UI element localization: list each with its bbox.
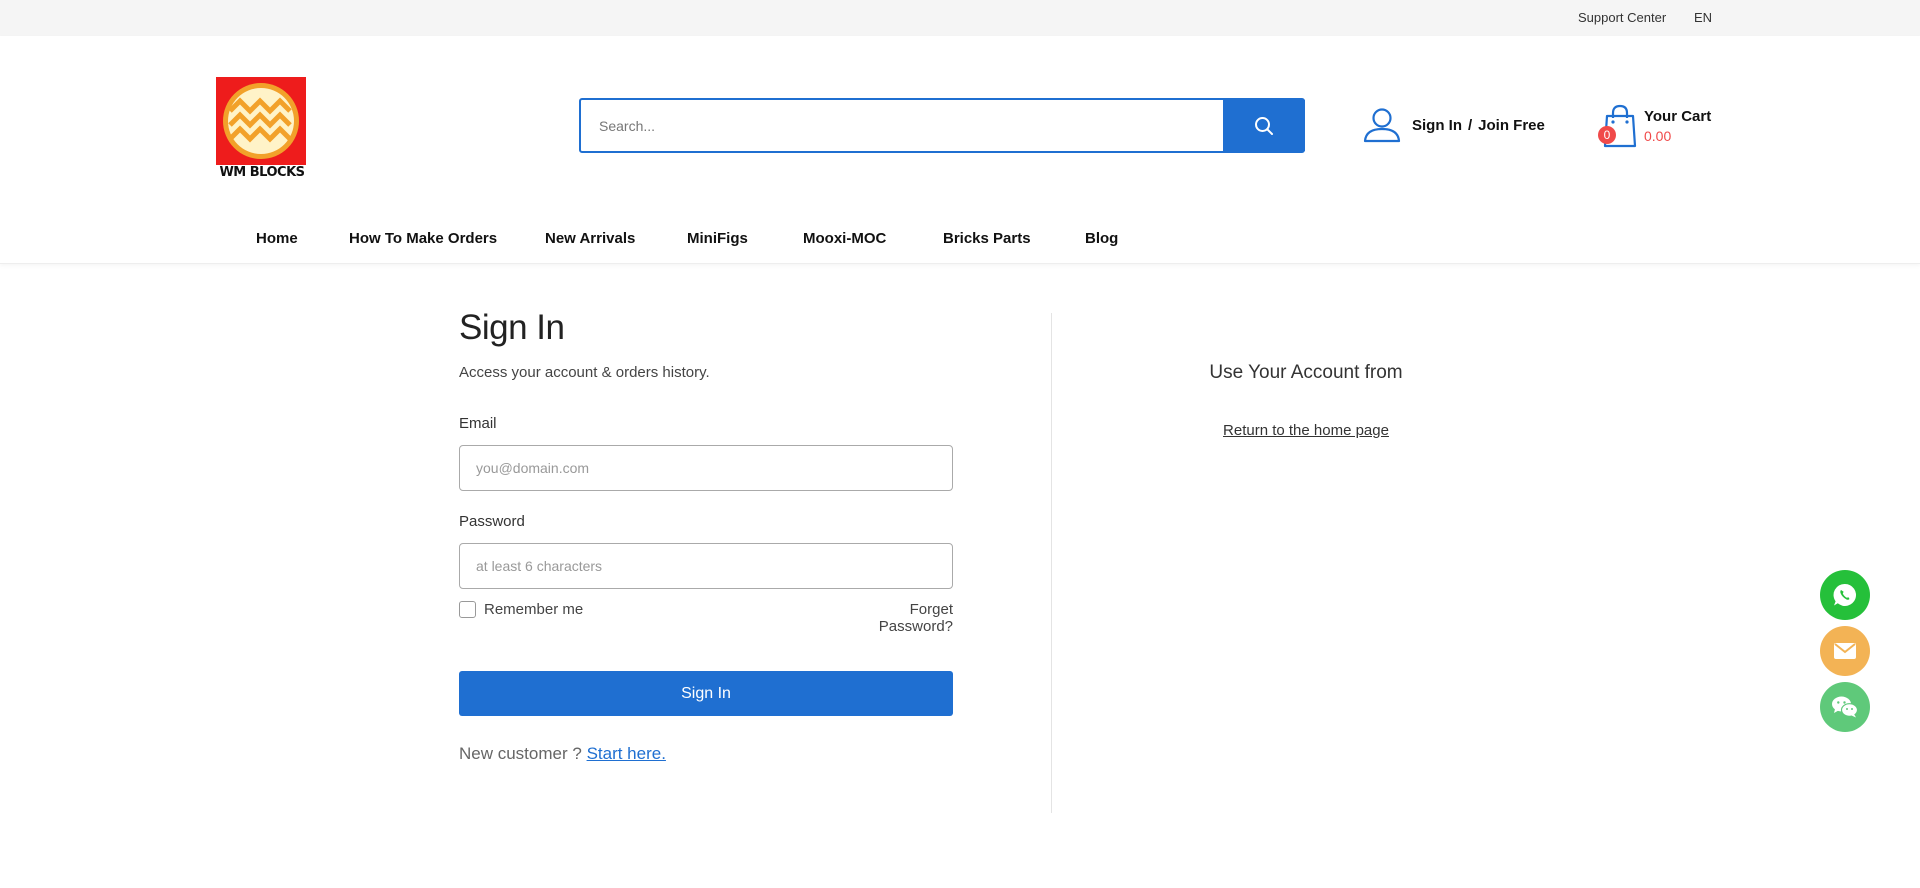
password-field-wrapper: [459, 543, 953, 589]
whatsapp-icon: [1833, 583, 1857, 606]
language-selector[interactable]: EN: [1694, 10, 1712, 25]
use-account-title: Use Your Account from: [1209, 362, 1403, 383]
remember-me[interactable]: Remember me: [459, 600, 583, 618]
account-links: Sign In / Join Free: [1362, 107, 1545, 143]
email-field[interactable]: [460, 446, 952, 490]
email-button[interactable]: [1820, 626, 1870, 676]
nav-item-how-to-make-orders[interactable]: How To Make Orders: [349, 230, 497, 247]
search-button[interactable]: [1223, 100, 1305, 151]
support-center-link[interactable]: Support Center: [1578, 10, 1666, 25]
page-title: Sign In: [459, 308, 565, 347]
nav-item-new-arrivals[interactable]: New Arrivals: [545, 230, 635, 247]
forget-password-link[interactable]: Forget Password?: [838, 601, 953, 635]
user-icon: [1363, 108, 1401, 143]
wechat-icon: [1832, 696, 1859, 718]
site-header: WM BLOCKS Sign In / Join Free 0 Your Car…: [0, 36, 1920, 264]
sign-in-button[interactable]: Sign In: [459, 671, 953, 716]
top-utility-bar: Support Center EN: [0, 0, 1920, 36]
section-divider: [1051, 313, 1052, 813]
password-field[interactable]: [460, 544, 952, 588]
nav-item-minifigs[interactable]: MiniFigs: [687, 230, 748, 247]
site-logo[interactable]: WM BLOCKS: [216, 77, 308, 182]
join-free-link[interactable]: Join Free: [1478, 117, 1545, 134]
cart-widget[interactable]: 0 Your Cart 0.00: [1598, 104, 1718, 148]
logo-badge: [216, 77, 306, 165]
new-customer-prompt: New customer ? Start here.: [459, 744, 666, 764]
search-input[interactable]: [581, 100, 1221, 151]
search-bar: [579, 98, 1305, 153]
cart-amount: 0.00: [1644, 128, 1672, 144]
nav-item-home[interactable]: Home: [256, 230, 298, 247]
remember-me-label: Remember me: [484, 600, 584, 618]
remember-me-checkbox[interactable]: [459, 600, 476, 618]
nav-item-bricks-parts[interactable]: Bricks Parts: [943, 230, 1031, 247]
password-label: Password: [459, 513, 525, 530]
nav-item-mooxi-moc[interactable]: Mooxi-MOC: [803, 230, 886, 247]
start-here-link[interactable]: Start here.: [587, 744, 666, 763]
search-icon: [1255, 116, 1273, 135]
sign-in-link[interactable]: Sign In: [1412, 117, 1462, 134]
logo-text: WM BLOCKS: [219, 165, 305, 180]
wechat-button[interactable]: [1820, 682, 1870, 732]
mail-icon: [1834, 643, 1856, 659]
return-home-link[interactable]: Return to the home page: [1120, 422, 1492, 439]
page-subtitle: Access your account & orders history.: [459, 364, 710, 381]
nav-item-blog[interactable]: Blog: [1085, 230, 1118, 247]
email-field-wrapper: [459, 445, 953, 491]
email-label: Email: [459, 415, 497, 432]
cart-title: Your Cart: [1644, 108, 1712, 125]
account-separator: /: [1468, 116, 1473, 134]
cart-count-badge: 0: [1598, 126, 1616, 144]
whatsapp-button[interactable]: [1820, 570, 1870, 620]
new-customer-text: New customer ?: [459, 744, 582, 763]
